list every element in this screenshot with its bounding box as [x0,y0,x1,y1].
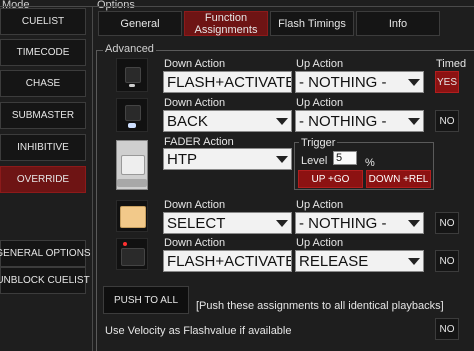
mode-cuelist-button[interactable]: CUELIST [0,8,86,35]
velocity-label: Use Velocity as Flashvalue if available [105,325,292,337]
row3-up-action-value: - NOTHING - [299,214,387,232]
row1-down-action-value: FLASH+ACTIVATE [167,73,292,91]
thumb-4-red-led [123,242,127,246]
row3-up-action-dropdown[interactable]: - NOTHING - [295,212,424,234]
unblock-cuelist-button[interactable]: UNBLOCK CUELIST [0,267,90,294]
fader-action-value: HTP [167,150,197,168]
push-to-all-hint: [Push these assignments to all identical… [196,300,444,312]
mode-chase-button[interactable]: CHASE [0,70,86,97]
row2-up-action-value: - NOTHING - [299,112,387,130]
tab-flash-timings[interactable]: Flash Timings [270,11,354,36]
mode-timecode-button[interactable]: TIMECODE [0,39,86,66]
row3-down-action-dropdown[interactable]: SELECT [163,212,292,234]
push-to-all-button[interactable]: PUSH TO ALL [103,286,189,314]
mode-override-button[interactable]: OVERRIDE [0,166,86,193]
row4-up-action-label: Up Action [296,237,344,249]
thumb-1-cap [125,67,141,83]
row3-down-action-value: SELECT [167,214,226,232]
fader-thumbnail [116,140,148,190]
trigger-level-label: Level [301,155,328,167]
fader-action-dropdown[interactable]: HTP [163,148,292,170]
row1-up-action-value: - NOTHING - [299,73,387,91]
tab-general-label: General [120,17,160,30]
trigger-level-input[interactable]: 5 [333,151,357,165]
fader-knob [121,155,145,175]
row3-down-action-label: Down Action [164,199,226,211]
playback-button-1-thumbnail [116,58,148,92]
row4-down-action-value: FLASH+ACTIVATE [167,252,292,270]
row1-down-action-label: Down Action [164,58,226,70]
row4-up-action-value: RELEASE [299,252,369,270]
tab-info-label: Info [388,17,408,30]
row2-down-action-value: BACK [167,112,208,130]
playback-button-2-thumbnail [116,98,148,132]
tab-flash-timings-label: Flash Timings [278,17,346,30]
trigger-down-rel-button[interactable]: DOWN +REL [366,170,431,188]
row4-down-action-label: Down Action [164,237,226,249]
chevron-down-icon [405,72,423,92]
playback-button-4-thumbnail [116,238,148,270]
timed-label: Timed [436,58,467,70]
thumb-2-cap [125,105,141,121]
row1-timed-toggle[interactable]: YES [435,71,459,93]
row2-up-action-dropdown[interactable]: - NOTHING - [295,110,424,132]
fader-action-label: FADER Action [164,136,234,148]
chevron-down-icon [405,213,423,233]
row3-timed-toggle[interactable]: NO [435,212,459,234]
chevron-down-icon [405,111,423,131]
thumb-4-cap [121,248,145,266]
chevron-down-icon [405,251,423,271]
general-options-button[interactable]: GENERAL OPTIONS [0,240,91,267]
tab-general[interactable]: General [98,11,182,36]
mode-inhibitive-button[interactable]: INHIBITIVE [0,134,86,161]
row2-timed-toggle[interactable]: NO [435,110,459,132]
row2-down-action-label: Down Action [164,97,226,109]
row4-timed-toggle[interactable]: NO [435,250,459,272]
playback-button-3-thumbnail [116,200,148,232]
row1-up-action-label: Up Action [296,58,344,70]
row4-down-action-dropdown[interactable]: FLASH+ACTIVATE [163,250,292,272]
advanced-group-title: Advanced [103,43,156,55]
row3-up-action-label: Up Action [296,199,344,211]
chevron-down-icon [273,111,291,131]
chevron-down-icon [273,213,291,233]
row1-up-action-dropdown[interactable]: - NOTHING - [295,71,424,93]
tab-function-assignments[interactable]: Function Assignments [184,11,268,36]
thumb-1-led [129,84,135,87]
trigger-level-unit: % [365,157,375,169]
thumb-3-cap-lit [120,206,146,228]
thumb-2-led [128,123,136,128]
trigger-group-title: Trigger [299,137,338,149]
row1-down-action-dropdown[interactable]: FLASH+ACTIVATE [163,71,292,93]
trigger-up-go-button[interactable]: UP +GO [298,170,363,188]
tab-function-line1: Function [204,11,248,24]
row2-down-action-dropdown[interactable]: BACK [163,110,292,132]
chevron-down-icon [273,149,291,169]
velocity-toggle[interactable]: NO [435,318,459,340]
mode-submaster-button[interactable]: SUBMASTER [0,102,86,129]
tab-function-line2: Assignments [194,23,258,36]
fader-base [117,179,147,187]
row2-up-action-label: Up Action [296,97,344,109]
row4-up-action-dropdown[interactable]: RELEASE [295,250,424,272]
tab-info[interactable]: Info [356,11,440,36]
